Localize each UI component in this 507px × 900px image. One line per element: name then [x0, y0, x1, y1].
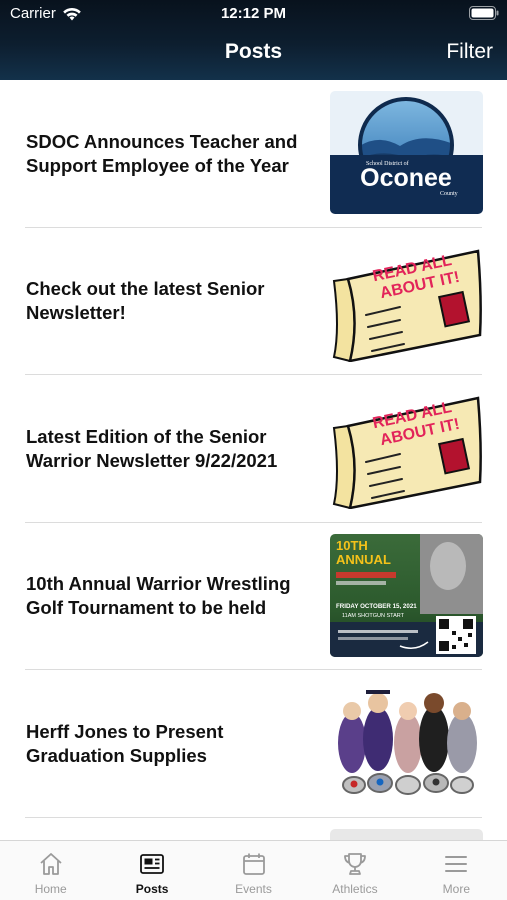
post-thumbnail-graduates-photo — [330, 681, 483, 804]
tab-label: Home — [34, 882, 67, 896]
battery-icon — [469, 6, 499, 20]
home-icon — [40, 853, 62, 875]
post-thumbnail-newspaper: READ ALL ABOUT IT! — [330, 238, 483, 362]
tab-home[interactable]: Home — [0, 841, 101, 900]
post-title: Herff Jones to Present Graduation Suppli… — [26, 720, 224, 766]
tab-label: Posts — [135, 882, 169, 896]
post-item[interactable]: Check out the latest Senior Newsletter! … — [0, 228, 507, 376]
newspaper-icon — [140, 854, 165, 874]
filter-button[interactable]: Filter — [446, 40, 493, 64]
post-thumbnail-oconee-logo: School District of Oconee County — [330, 91, 483, 214]
trophy-icon — [344, 853, 366, 875]
flyer-date: FRIDAY OCTOBER 15, 2021 — [336, 603, 417, 610]
post-thumbnail-golf-flyer: 10TH ANNUAL FRIDAY OCTOBER 15, 2021 11AM… — [330, 533, 483, 657]
flyer-line2: ANNUAL — [336, 552, 391, 567]
status-time: 12:12 PM — [220, 5, 287, 22]
post-title: SDOC Announces Teacher and Support Emplo… — [26, 130, 298, 176]
tab-label: More — [442, 882, 470, 896]
tab-athletics[interactable]: Athletics — [304, 841, 405, 900]
flyer-time: 11AM SHOTGUN START — [342, 613, 405, 619]
post-item[interactable]: Latest Edition of the Senior Warrior New… — [0, 375, 507, 523]
post-title: 10th Annual Warrior Wrestling Golf Tourn… — [26, 573, 291, 619]
post-title: Check out the latest Senior Newsletter! — [26, 278, 265, 324]
post-thumbnail-partial — [330, 828, 483, 840]
tab-label: Athletics — [332, 882, 378, 896]
post-title: Latest Edition of the Senior Warrior New… — [26, 425, 278, 471]
tab-bar: Home Posts Events Athletics More — [0, 840, 507, 900]
flyer-line1: 10TH — [336, 538, 368, 553]
calendar-icon — [242, 853, 265, 875]
post-item[interactable]: 10th Annual Warrior Wrestling Golf Tourn… — [0, 523, 507, 671]
post-item[interactable]: Herff Jones to Present Graduation Suppli… — [0, 670, 507, 818]
page-title: Posts — [224, 40, 283, 63]
nav-header: Carrier 12:12 PM Posts Filter — [0, 0, 507, 80]
logo-sub-text: County — [440, 191, 458, 197]
tab-events[interactable]: Events — [203, 841, 304, 900]
menu-icon — [445, 856, 468, 872]
post-list[interactable]: SDOC Announces Teacher and Support Emplo… — [0, 80, 507, 840]
tab-label: Events — [235, 882, 272, 896]
tab-more[interactable]: More — [406, 841, 507, 900]
logo-text: Oconee — [360, 164, 452, 192]
post-item[interactable]: SDOC Announces Teacher and Support Emplo… — [0, 80, 507, 228]
tab-posts[interactable]: Posts — [101, 841, 202, 900]
post-item[interactable] — [0, 818, 507, 840]
post-thumbnail-newspaper: READ ALL ABOUT IT! — [330, 386, 483, 509]
status-bar: Carrier 12:12 PM — [0, 0, 507, 28]
